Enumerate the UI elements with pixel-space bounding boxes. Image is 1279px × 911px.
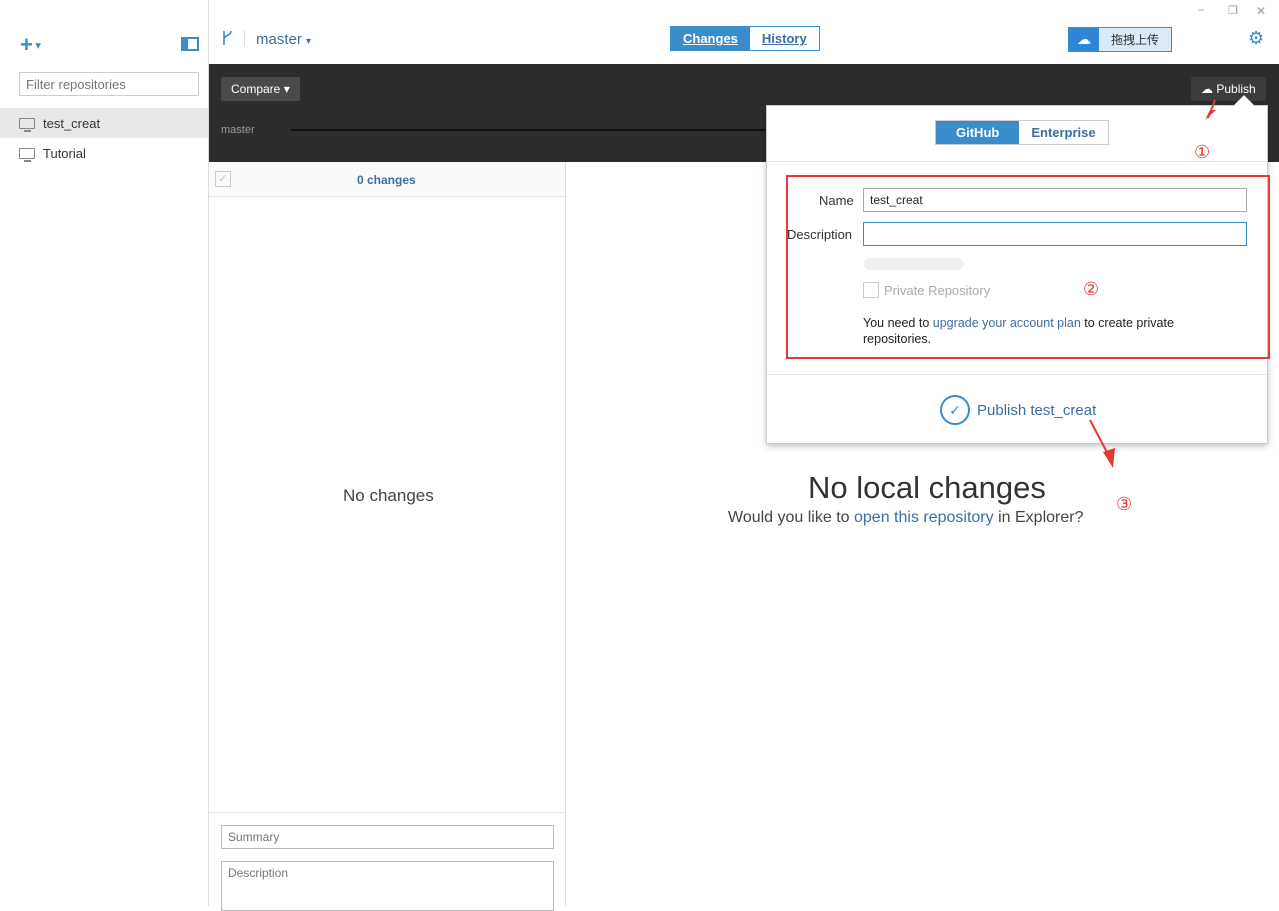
description-label: Description xyxy=(787,227,853,242)
view-tabs: Changes History xyxy=(670,26,820,51)
empty-label: No changes xyxy=(343,486,434,505)
sidebar: + ▾ test_creat Tutorial xyxy=(0,0,209,906)
monitor-icon xyxy=(19,148,35,162)
name-label: Name xyxy=(819,193,854,208)
filter-repositories-input[interactable] xyxy=(19,72,199,96)
branch-selector[interactable]: master ▾ xyxy=(256,31,311,48)
open-repository-link[interactable]: open this repository xyxy=(854,509,994,526)
top-bar: master ▾ Changes History ☁ 拖拽上传 ⚙ – ❐ ✕ xyxy=(209,0,1279,64)
add-repo-button[interactable]: + ▾ xyxy=(20,32,41,58)
minimize-icon[interactable]: – xyxy=(1198,4,1204,16)
branch-icon xyxy=(223,30,232,45)
maximize-icon[interactable]: ❐ xyxy=(1228,4,1238,17)
annotation-arrows xyxy=(1089,99,1216,468)
upgrade-link[interactable]: upgrade your account plan xyxy=(933,316,1081,330)
repo-item-test-creat[interactable]: test_creat xyxy=(0,108,208,138)
check-circle-icon: ✓ xyxy=(940,395,970,425)
tab-history[interactable]: History xyxy=(750,27,819,50)
monitor-icon xyxy=(19,118,35,132)
publish-submit-button[interactable]: ✓ Publish test_creat xyxy=(940,395,1096,425)
close-icon[interactable]: ✕ xyxy=(1256,4,1266,18)
open-prompt: Would you like to open this repository i… xyxy=(728,509,1084,526)
tab-changes[interactable]: Changes xyxy=(671,27,750,50)
changes-panel: ✓ 0 changes No changes xyxy=(209,162,566,911)
upload-button[interactable]: ☁ 拖拽上传 xyxy=(1068,27,1172,52)
changes-count: 0 changes xyxy=(357,173,416,187)
repo-item-tutorial[interactable]: Tutorial xyxy=(0,138,208,168)
timeline-branch-label: master xyxy=(221,124,255,136)
private-checkbox[interactable] xyxy=(863,282,879,298)
settings-gear-icon[interactable]: ⚙ xyxy=(1248,28,1264,49)
cloud-icon: ☁ xyxy=(1069,28,1099,51)
timeline xyxy=(291,129,771,131)
annotation-3: ③ xyxy=(1116,494,1133,514)
toggle-sidebar-icon[interactable] xyxy=(181,37,199,51)
private-label: Private Repository xyxy=(884,283,991,298)
compare-button[interactable]: Compare ▾ xyxy=(221,77,300,101)
select-all-checkbox[interactable]: ✓ xyxy=(215,171,231,187)
tab-github[interactable]: GitHub xyxy=(936,121,1020,144)
no-local-changes-title: No local changes xyxy=(808,470,1046,505)
account-avatar xyxy=(864,258,964,270)
summary-input[interactable] xyxy=(221,825,554,849)
description-input[interactable] xyxy=(221,861,554,911)
